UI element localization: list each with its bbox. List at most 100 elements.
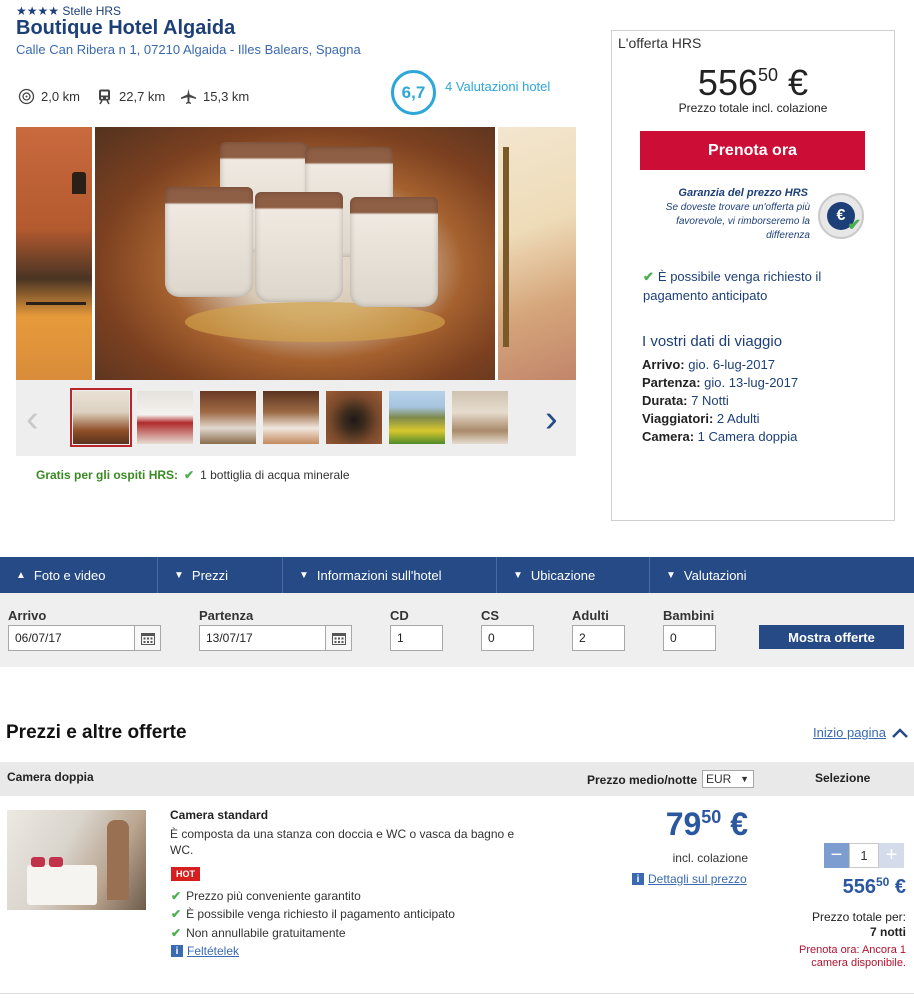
children-input[interactable]: 0 xyxy=(663,625,716,651)
cs-input[interactable]: 0 xyxy=(481,625,534,651)
back-to-top-link[interactable]: Inizio pagina xyxy=(813,725,908,740)
room-photo[interactable] xyxy=(7,810,146,910)
calendar-icon[interactable] xyxy=(134,626,160,650)
chevron-left-icon[interactable]: ‹ xyxy=(26,400,39,438)
thumbnail-4[interactable] xyxy=(263,391,319,444)
quantity-value[interactable]: 1 xyxy=(849,843,879,868)
adults-value: 2 xyxy=(579,631,586,645)
gallery-prev-image[interactable] xyxy=(16,127,92,380)
hotel-stars: ★★★★ Stelle HRS xyxy=(16,4,121,18)
room-total-dec: 50 xyxy=(875,875,890,889)
trip-value: gio. 6-lug-2017 xyxy=(688,357,775,372)
thumbnail-3[interactable] xyxy=(200,391,256,444)
tab-photos[interactable]: ▲ Foto e video xyxy=(0,557,158,593)
quantity-decrease-button[interactable]: − xyxy=(824,843,849,868)
departure-value: 13/07/17 xyxy=(206,631,253,645)
terms-link[interactable]: i Feltételek xyxy=(171,944,239,958)
adults-label: Adulti xyxy=(572,608,609,623)
trip-value: 1 Camera doppia xyxy=(697,429,798,444)
gallery-main-image[interactable] xyxy=(95,127,495,380)
rating-count-link[interactable]: 4 Valutazioni hotel xyxy=(445,79,550,94)
trip-row-duration: Durata: 7 Notti xyxy=(642,393,729,408)
tab-label: Informazioni sull'hotel xyxy=(316,567,442,583)
chevron-right-icon[interactable]: › xyxy=(545,400,558,438)
nightly-price-int: 79 xyxy=(665,806,702,842)
room-total-int: 556 xyxy=(842,876,876,898)
tab-prices[interactable]: ▼ Prezzi xyxy=(158,557,283,593)
chevron-up-icon xyxy=(892,727,908,738)
departure-input[interactable]: 13/07/17 xyxy=(199,625,352,651)
price-details-label: Dettagli sul prezzo xyxy=(648,872,747,886)
chevron-up-icon: ▲ xyxy=(16,569,26,581)
currency-select[interactable]: EUR ▼ xyxy=(702,770,754,788)
trip-label: Durata: xyxy=(642,393,688,408)
thumbnail-7[interactable] xyxy=(452,391,508,444)
thumbnail-2[interactable] xyxy=(137,391,193,444)
price-guarantee-badge-icon: € ✔ xyxy=(818,193,864,239)
price-details-link[interactable]: i Dettagli sul prezzo xyxy=(632,872,747,886)
tab-hotel-info[interactable]: ▼ Informazioni sull'hotel xyxy=(283,557,497,593)
hotel-address[interactable]: Calle Can Ribera n 1, 07210 Algaida - Il… xyxy=(16,42,361,57)
room-feature-text: È possibile venga richiesto il pagamento… xyxy=(186,907,455,921)
room-feature-text: Non annullabile gratuitamente xyxy=(186,926,346,940)
thumbnail-6[interactable] xyxy=(389,391,445,444)
book-now-button[interactable]: Prenota ora xyxy=(640,131,865,170)
calendar-icon[interactable] xyxy=(325,626,351,650)
target-icon xyxy=(18,88,35,105)
room-name[interactable]: Camera standard xyxy=(170,808,268,822)
tab-label: Foto e video xyxy=(33,567,106,583)
section-nav: ▲ Foto e video ▼ Prezzi ▼ Informazioni sull… xyxy=(0,557,914,593)
offer-price-subtitle: Prezzo totale incl. colazione xyxy=(678,101,828,115)
trip-row-room: Camera: 1 Camera doppia xyxy=(642,429,797,444)
thumbnail-5[interactable] xyxy=(326,391,382,444)
trip-value: 2 Adulti xyxy=(716,411,760,426)
tab-label: Ubicazione xyxy=(530,567,596,583)
room-feature: ✔ È possibile venga richiesto il pagament… xyxy=(171,907,455,921)
cd-input[interactable]: 1 xyxy=(390,625,443,651)
trip-row-departure: Partenza: gio. 13-lug-2017 xyxy=(642,375,798,390)
adults-input[interactable]: 2 xyxy=(572,625,625,651)
nightly-price-dec: 50 xyxy=(701,807,722,827)
offer-price-int: 556 xyxy=(697,62,758,103)
stars-label: Stelle HRS xyxy=(62,4,122,18)
offer-price: 55650 € xyxy=(611,62,895,104)
room-total-price: 55650 € xyxy=(780,875,906,899)
trip-label: Partenza: xyxy=(642,375,701,390)
room-feature-text: Prezzo più conveniente garantito xyxy=(186,889,361,903)
avg-price-header: Prezzo medio/notte xyxy=(587,773,698,787)
trip-label: Camera: xyxy=(642,429,695,444)
rating-score[interactable]: 6,7 xyxy=(391,70,436,115)
thumbnail-1[interactable] xyxy=(70,388,132,447)
breakfast-included: incl. colazione xyxy=(672,851,748,865)
distance-center-value: 2,0 km xyxy=(41,89,81,104)
prepayment-note-text: È possibile venga richiesto il pagamento… xyxy=(643,269,822,303)
trip-label: Viaggiatori: xyxy=(642,411,714,426)
info-icon: i xyxy=(171,945,183,957)
children-value: 0 xyxy=(670,631,677,645)
total-label: Prezzo totale per: 7 notti xyxy=(760,910,906,940)
tab-label: Valutazioni xyxy=(683,567,747,583)
check-icon: ✔ xyxy=(184,468,195,482)
train-icon xyxy=(99,89,110,105)
tab-label: Prezzi xyxy=(191,567,229,583)
trip-value: gio. 13-lug-2017 xyxy=(704,375,799,390)
nightly-price-currency: € xyxy=(730,806,748,842)
hot-badge: HOT xyxy=(171,867,200,881)
distance-train-value: 22,7 km xyxy=(119,89,166,104)
gallery-next-image[interactable] xyxy=(498,127,576,380)
free-perk-value: 1 bottiglia di acqua minerale xyxy=(200,468,350,482)
quantity-increase-button[interactable]: + xyxy=(879,843,904,868)
show-offers-button[interactable]: Mostra offerte xyxy=(759,625,904,649)
arrival-input[interactable]: 06/07/17 xyxy=(8,625,161,651)
trip-row-travellers: Viaggiatori: 2 Adulti xyxy=(642,411,760,426)
tab-reviews[interactable]: ▼ Valutazioni xyxy=(650,557,914,593)
room-feature: ✔ Prezzo più conveniente garantito xyxy=(171,889,361,903)
total-nights: 7 notti xyxy=(870,925,906,939)
check-icon: ✔ xyxy=(171,889,182,903)
chevron-down-icon: ▼ xyxy=(513,569,523,581)
cd-label: CD xyxy=(390,608,409,623)
check-icon: ✔ xyxy=(643,269,654,284)
back-to-top-label: Inizio pagina xyxy=(813,725,886,740)
children-label: Bambini xyxy=(663,608,715,623)
tab-location[interactable]: ▼ Ubicazione xyxy=(497,557,650,593)
